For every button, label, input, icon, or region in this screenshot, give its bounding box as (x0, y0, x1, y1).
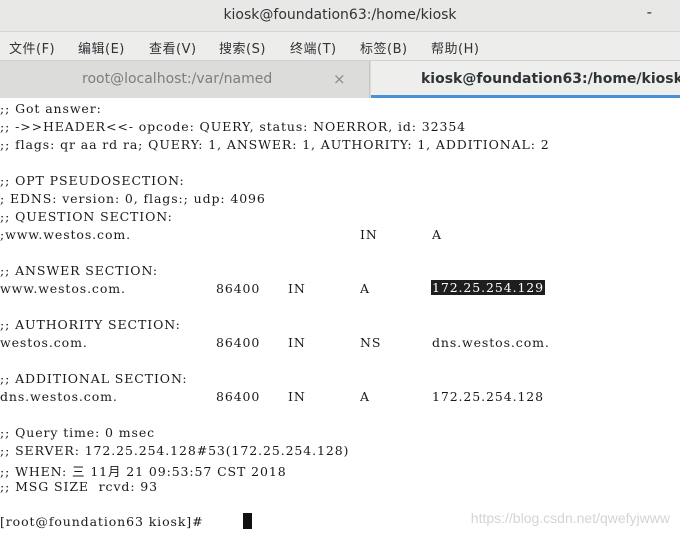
window-title: kiosk@foundation63:/home/kiosk (223, 7, 457, 23)
output-line: ;; OPT PSEUDOSECTION: (0, 173, 185, 188)
output-line: ;; QUESTION SECTION: (0, 209, 173, 224)
tab-label: kiosk@foundation63:/home/kiosk (421, 71, 680, 87)
active-tab-indicator (371, 95, 680, 98)
section-heading: ;; AUTHORITY SECTION: (0, 317, 181, 332)
output-line: ;; MSG SIZE rcvd: 93 (0, 479, 159, 494)
menu-view[interactable]: 查看(V) (149, 38, 197, 57)
selected-ip-address[interactable]: 172.25.254.129 (431, 280, 546, 295)
watermark: https://blog.csdn.net/qwefyjwww (470, 510, 670, 526)
record-class: IN (288, 281, 306, 296)
record-class: IN (288, 389, 306, 404)
output-line: ; EDNS: version: 0, flags:; udp: 4096 (0, 191, 266, 206)
record-type: A (360, 389, 370, 404)
window-titlebar: kiosk@foundation63:/home/kiosk - (0, 0, 680, 32)
record-ttl: 86400 (216, 389, 261, 404)
record-type: A (432, 227, 442, 242)
output-line: ;; WHEN: 三 11月 21 09:53:57 CST 2018 (0, 464, 287, 479)
tab-label: root@localhost:/var/named (82, 71, 273, 87)
terminal-output[interactable]: ;; Got answer: ;; ->>HEADER<<- opcode: Q… (0, 99, 680, 534)
tab-kiosk-foundation[interactable]: kiosk@foundation63:/home/kiosk (371, 61, 680, 98)
record-data: dns.westos.com. (432, 335, 550, 350)
text-cursor (243, 513, 252, 529)
output-line: ;; Got answer: (0, 101, 102, 116)
menu-tabs[interactable]: 标签(B) (360, 38, 408, 57)
record-type: NS (360, 335, 382, 350)
record-name: ;www.westos.com. (0, 227, 132, 242)
menu-file[interactable]: 文件(F) (9, 38, 55, 57)
section-heading: ;; ANSWER SECTION: (0, 263, 158, 278)
record-ttl: 86400 (216, 281, 261, 296)
output-line: ;; Query time: 0 msec (0, 425, 156, 440)
menu-help[interactable]: 帮助(H) (431, 38, 479, 57)
record-ttl: 86400 (216, 335, 261, 350)
output-line: ;; flags: qr aa rd ra; QUERY: 1, ANSWER:… (0, 137, 550, 152)
menu-search[interactable]: 搜索(S) (219, 38, 266, 57)
tab-bar: root@localhost:/var/named × kiosk@founda… (0, 60, 680, 98)
output-line: ;; ->>HEADER<<- opcode: QUERY, status: N… (0, 119, 467, 134)
record-name: dns.westos.com. (0, 389, 118, 404)
record-data: 172.25.254.128 (432, 389, 545, 404)
output-line: ;; SERVER: 172.25.254.128#53(172.25.254.… (0, 443, 350, 458)
record-name: westos.com. (0, 335, 88, 350)
menu-bar: 文件(F) 编辑(E) 查看(V) 搜索(S) 终端(T) 标签(B) 帮助(H… (0, 32, 680, 60)
record-type: A (360, 281, 370, 296)
section-heading: ;; ADDITIONAL SECTION: (0, 371, 188, 386)
minimize-button[interactable]: - (647, 3, 652, 21)
record-name: www.westos.com. (0, 281, 126, 296)
menu-terminal[interactable]: 终端(T) (290, 38, 337, 57)
tab-root-localhost[interactable]: root@localhost:/var/named × (0, 61, 370, 98)
shell-prompt: [root@foundation63 kiosk]# (0, 514, 204, 529)
record-class: IN (288, 335, 306, 350)
record-class: IN (360, 227, 378, 242)
menu-edit[interactable]: 编辑(E) (78, 38, 125, 57)
close-tab-icon[interactable]: × (333, 61, 346, 98)
